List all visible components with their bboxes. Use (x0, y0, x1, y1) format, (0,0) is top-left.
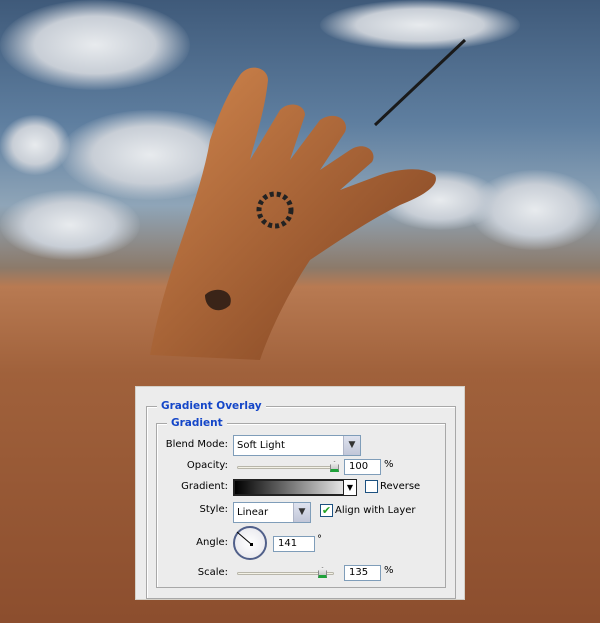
opacity-input[interactable]: 100 (344, 459, 381, 475)
gradient-picker[interactable] (233, 479, 357, 496)
style-select[interactable]: Linear ▼ (233, 502, 311, 523)
style-label: Style: (199, 504, 229, 515)
opacity-slider[interactable] (237, 466, 336, 469)
align-with-layer-label: Align with Layer (335, 505, 416, 516)
angle-dial[interactable] (233, 526, 267, 560)
gradient-dropdown-arrow-icon[interactable]: ▼ (343, 479, 357, 496)
gradient-overlay-dialog: Gradient Overlay Gradient Blend Mode: So… (135, 386, 465, 600)
blend-mode-label: Blend Mode: (165, 439, 228, 450)
angle-input[interactable]: 141 (273, 536, 315, 552)
blend-mode-select[interactable]: Soft Light ▼ (233, 435, 361, 456)
opacity-label: Opacity: (186, 460, 228, 471)
reverse-label: Reverse (380, 481, 421, 492)
scale-unit: % (384, 565, 394, 576)
angle-unit: ° (317, 534, 322, 545)
chevron-down-icon: ▼ (343, 436, 360, 455)
angle-label: Angle: (196, 537, 228, 548)
scale-input[interactable]: 135 (344, 565, 381, 581)
gradient-label: Gradient: (181, 481, 228, 492)
style-value: Linear (237, 507, 269, 518)
clock-hand-icon (373, 38, 467, 127)
angle-indicator-icon (236, 531, 253, 546)
blend-mode-value: Soft Light (237, 440, 285, 451)
chevron-down-icon: ▼ (293, 503, 310, 522)
reverse-checkbox[interactable] (365, 480, 378, 493)
group-title: Gradient (167, 417, 227, 429)
align-with-layer-checkbox[interactable]: ✔ (320, 504, 333, 517)
scale-label: Scale: (197, 567, 228, 578)
section-title: Gradient Overlay (157, 400, 266, 412)
opacity-unit: % (384, 459, 394, 470)
